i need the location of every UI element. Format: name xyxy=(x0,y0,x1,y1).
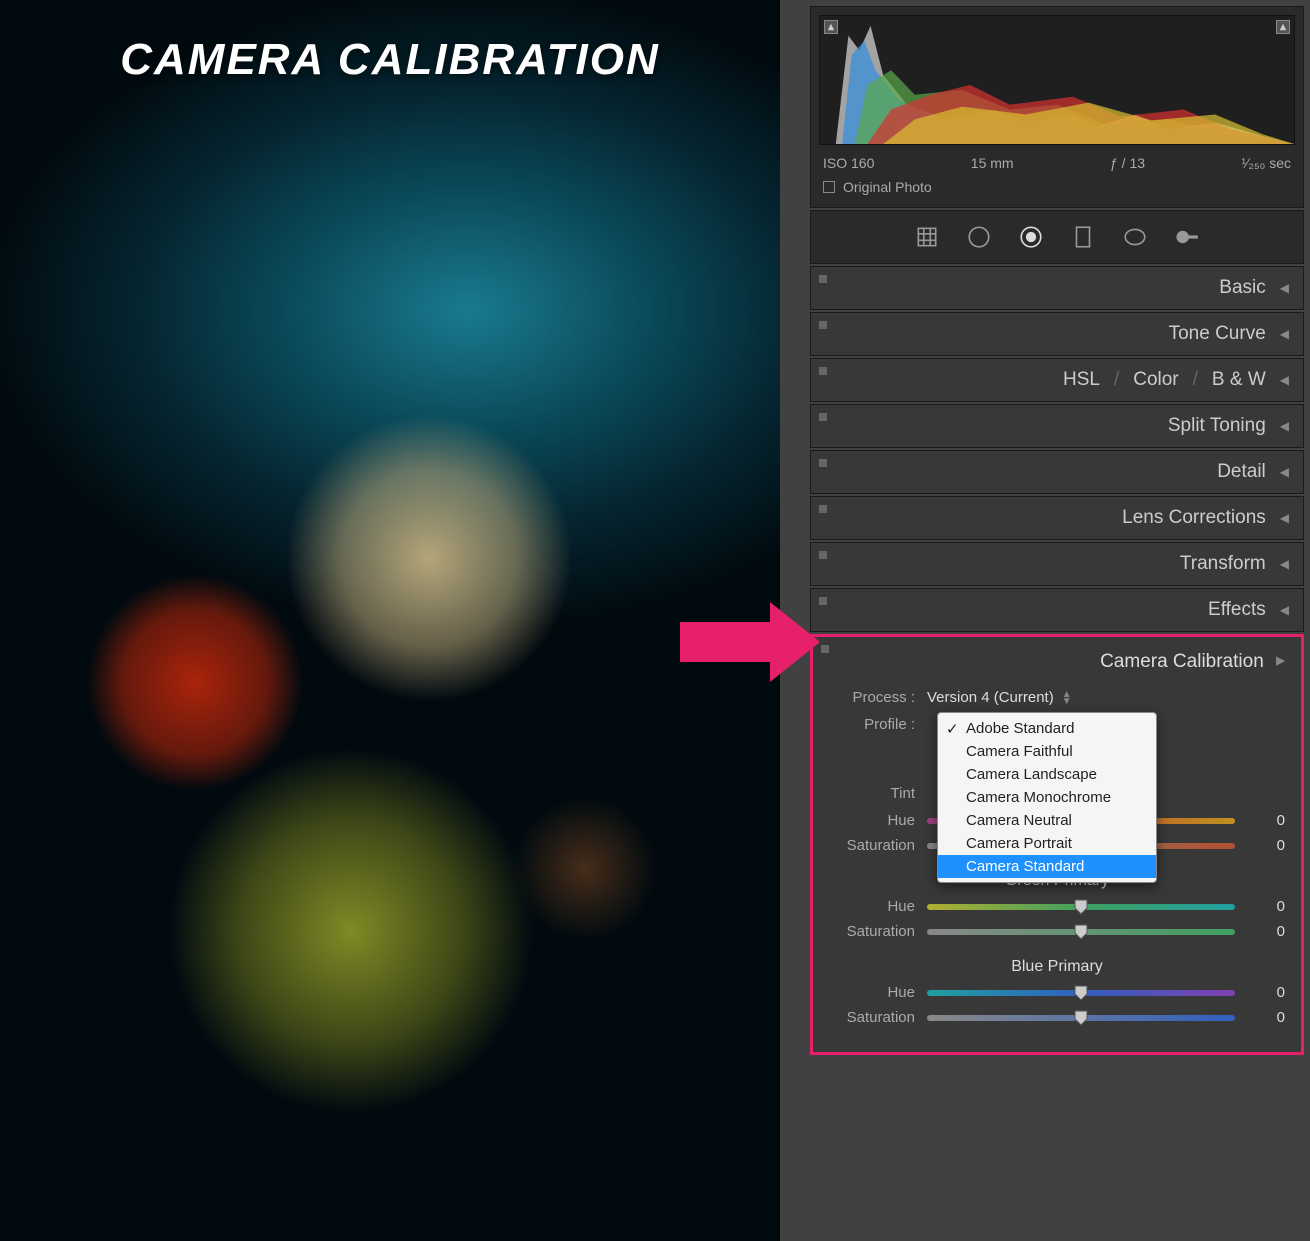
triangle-left-icon: ◀ xyxy=(1280,465,1289,479)
redeye-tool-icon[interactable] xyxy=(1015,221,1047,253)
slider-row: Saturation 0 xyxy=(829,923,1285,940)
profile-option[interactable]: Camera Portrait xyxy=(938,832,1156,855)
profile-option[interactable]: Camera Neutral xyxy=(938,809,1156,832)
panel-effects[interactable]: Effects◀ xyxy=(810,588,1304,632)
panel-tone-curve[interactable]: Tone Curve◀ xyxy=(810,312,1304,356)
histogram[interactable] xyxy=(819,15,1295,145)
exif-focal: 15 mm xyxy=(971,155,1014,171)
arrow-callout xyxy=(680,602,820,687)
panel-switch[interactable] xyxy=(821,645,829,653)
process-row[interactable]: Process : Version 4 (Current)▲▼ xyxy=(829,689,1285,706)
slider-thumb[interactable] xyxy=(1074,924,1088,940)
shadow-clip-indicator[interactable] xyxy=(824,20,838,34)
profile-option[interactable]: Camera Landscape xyxy=(938,763,1156,786)
profile-row[interactable]: Profile : Adobe StandardCamera FaithfulC… xyxy=(829,716,1285,733)
spot-removal-icon[interactable] xyxy=(963,221,995,253)
slider-thumb[interactable] xyxy=(1074,899,1088,915)
panel-split-toning[interactable]: Split Toning◀ xyxy=(810,404,1304,448)
slider-label: Saturation xyxy=(829,923,927,940)
title-overlay: CAMERA CALIBRATION xyxy=(0,35,780,85)
original-photo-checkbox[interactable] xyxy=(823,181,835,193)
graduated-filter-icon[interactable] xyxy=(1067,221,1099,253)
slider-track[interactable] xyxy=(927,1015,1235,1021)
triangle-left-icon: ◀ xyxy=(1280,281,1289,295)
original-photo-label: Original Photo xyxy=(843,179,932,195)
slider-label: Hue xyxy=(829,984,927,1001)
develop-side-panel: ISO 160 15 mm ƒ / 13 ¹⁄₂₅₀ sec Original … xyxy=(780,0,1310,1241)
slider-track[interactable] xyxy=(927,904,1235,910)
process-value: Version 4 (Current) xyxy=(927,689,1054,706)
profile-option[interactable]: Camera Faithful xyxy=(938,740,1156,763)
slider-label: Saturation xyxy=(829,837,927,854)
triangle-left-icon: ◀ xyxy=(1280,327,1289,341)
adjustment-brush-icon[interactable] xyxy=(1171,221,1203,253)
highlight-clip-indicator[interactable] xyxy=(1276,20,1290,34)
slider-track[interactable] xyxy=(927,929,1235,935)
profile-dropdown[interactable]: Adobe StandardCamera FaithfulCamera Land… xyxy=(937,712,1157,883)
slider-label: Hue xyxy=(829,898,927,915)
camera-calibration-header[interactable]: Camera Calibration ◀ xyxy=(829,651,1285,673)
slider-value[interactable]: 0 xyxy=(1235,898,1285,915)
original-photo-row[interactable]: Original Photo xyxy=(819,175,1295,199)
slider-row: Saturation 0 xyxy=(829,1009,1285,1026)
exif-shutter: ¹⁄₂₅₀ sec xyxy=(1241,155,1291,171)
exif-aperture: ƒ / 13 xyxy=(1110,155,1145,171)
panel-lens-corrections[interactable]: Lens Corrections◀ xyxy=(810,496,1304,540)
slider-track[interactable] xyxy=(927,990,1235,996)
triangle-left-icon: ◀ xyxy=(1280,511,1289,525)
slider-value[interactable]: 0 xyxy=(1235,923,1285,940)
histogram-panel: ISO 160 15 mm ƒ / 13 ¹⁄₂₅₀ sec Original … xyxy=(810,6,1304,208)
slider-row: Hue 0 xyxy=(829,984,1285,1001)
exif-info: ISO 160 15 mm ƒ / 13 ¹⁄₂₅₀ sec xyxy=(819,145,1295,175)
radial-filter-icon[interactable] xyxy=(1119,221,1151,253)
tool-strip xyxy=(810,210,1304,264)
panel-hsl-color-bw[interactable]: HSL/Color/B & W◀ xyxy=(810,358,1304,402)
profile-option[interactable]: Camera Monochrome xyxy=(938,786,1156,809)
slider-thumb[interactable] xyxy=(1074,985,1088,1001)
triangle-left-icon: ◀ xyxy=(1280,557,1289,571)
updown-icon: ▲▼ xyxy=(1062,691,1072,705)
panel-detail[interactable]: Detail◀ xyxy=(810,450,1304,494)
slider-thumb[interactable] xyxy=(1074,1010,1088,1026)
crop-tool-icon[interactable] xyxy=(911,221,943,253)
triangle-left-icon: ◀ xyxy=(1280,603,1289,617)
slider-value[interactable]: 0 xyxy=(1235,812,1285,829)
section-header: Blue Primary xyxy=(829,958,1285,976)
profile-option[interactable]: Adobe Standard xyxy=(938,717,1156,740)
slider-label: Hue xyxy=(829,812,927,829)
triangle-left-icon: ◀ xyxy=(1280,373,1289,387)
slider-value[interactable]: 0 xyxy=(1235,837,1285,854)
panel-camera-calibration: Camera Calibration ◀ Process : Version 4… xyxy=(810,634,1304,1055)
exif-iso: ISO 160 xyxy=(823,155,874,171)
slider-label: Saturation xyxy=(829,1009,927,1026)
triangle-down-icon: ◀ xyxy=(1276,655,1285,669)
profile-option[interactable]: Camera Standard xyxy=(938,855,1156,878)
slider-value[interactable]: 0 xyxy=(1235,984,1285,1001)
photo-preview: CAMERA CALIBRATION xyxy=(0,0,780,1241)
slider-value[interactable]: 0 xyxy=(1235,1009,1285,1026)
triangle-left-icon: ◀ xyxy=(1280,419,1289,433)
slider-row: Hue 0 xyxy=(829,898,1285,915)
panel-transform[interactable]: Transform◀ xyxy=(810,542,1304,586)
panel-basic[interactable]: Basic◀ xyxy=(810,266,1304,310)
